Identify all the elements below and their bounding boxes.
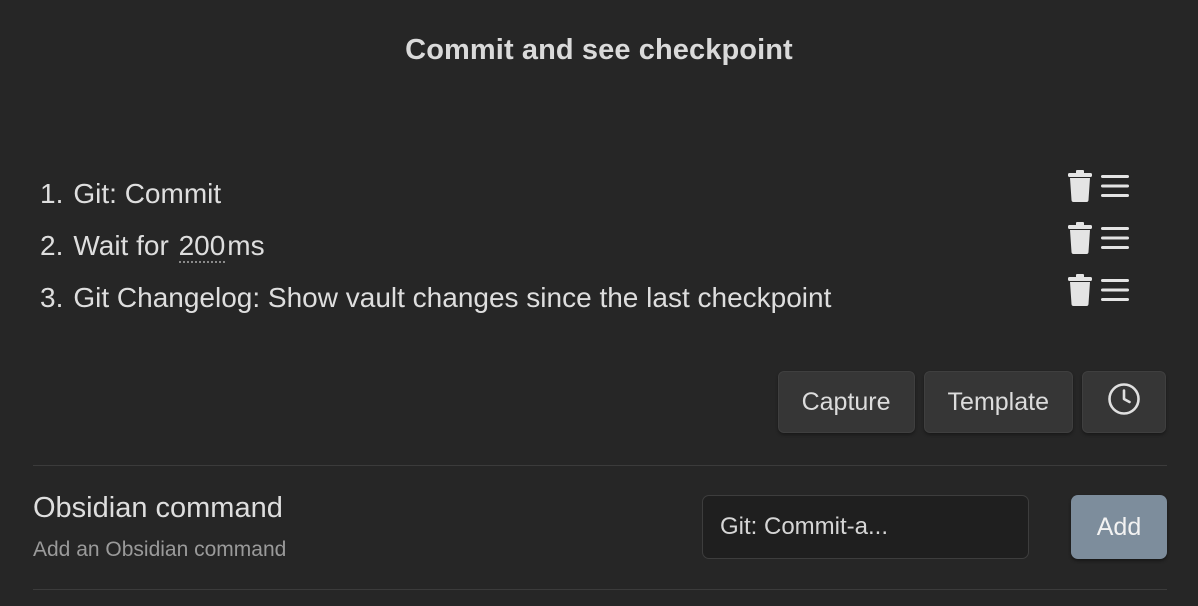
- command-list: 1. Git: Commit 2. Wait for 200ms 3. Git …: [40, 168, 1130, 324]
- wait-prefix: Wait for: [73, 229, 177, 261]
- drag-handle-icon[interactable]: [1100, 225, 1130, 251]
- command-list-item: 3. Git Changelog: Show vault changes sin…: [40, 272, 1130, 324]
- step-number: 3.: [40, 282, 64, 313]
- obsidian-command-input[interactable]: [702, 495, 1029, 559]
- template-button[interactable]: Template: [923, 371, 1073, 433]
- setting-description: Add an Obsidian command: [33, 538, 287, 561]
- step-actions: [1066, 222, 1130, 254]
- step-number: 2.: [40, 230, 64, 261]
- setting-name: Obsidian command: [33, 492, 283, 524]
- add-button[interactable]: Add: [1071, 495, 1167, 559]
- step-actions: [1066, 274, 1130, 306]
- trash-icon[interactable]: [1066, 170, 1094, 202]
- step-label: Git: Commit: [73, 178, 222, 209]
- trash-icon[interactable]: [1066, 274, 1094, 306]
- command-list-item: 2. Wait for 200ms: [40, 220, 1130, 272]
- trash-icon[interactable]: [1066, 222, 1094, 254]
- drag-handle-icon[interactable]: [1100, 277, 1130, 303]
- step-number: 1.: [40, 178, 64, 209]
- wait-suffix: ms: [227, 229, 265, 261]
- capture-button[interactable]: Capture: [777, 371, 915, 433]
- step-actions: [1066, 170, 1130, 202]
- divider: [33, 465, 1167, 466]
- macro-editor-modal: Commit and see checkpoint 1. Git: Commit…: [0, 0, 1198, 606]
- command-list-item: 1. Git: Commit: [40, 168, 1130, 220]
- step-label: Wait for 200ms: [73, 229, 265, 263]
- modal-title: Commit and see checkpoint: [405, 34, 793, 66]
- wait-button[interactable]: [1082, 371, 1166, 433]
- add-choice-buttons: Capture Template: [777, 371, 1166, 433]
- divider: [33, 589, 1167, 590]
- drag-handle-icon[interactable]: [1100, 173, 1130, 199]
- delay-value-editable[interactable]: 200: [178, 230, 226, 263]
- step-label: Git Changelog: Show vault changes since …: [73, 282, 832, 313]
- clock-icon: [1107, 382, 1141, 423]
